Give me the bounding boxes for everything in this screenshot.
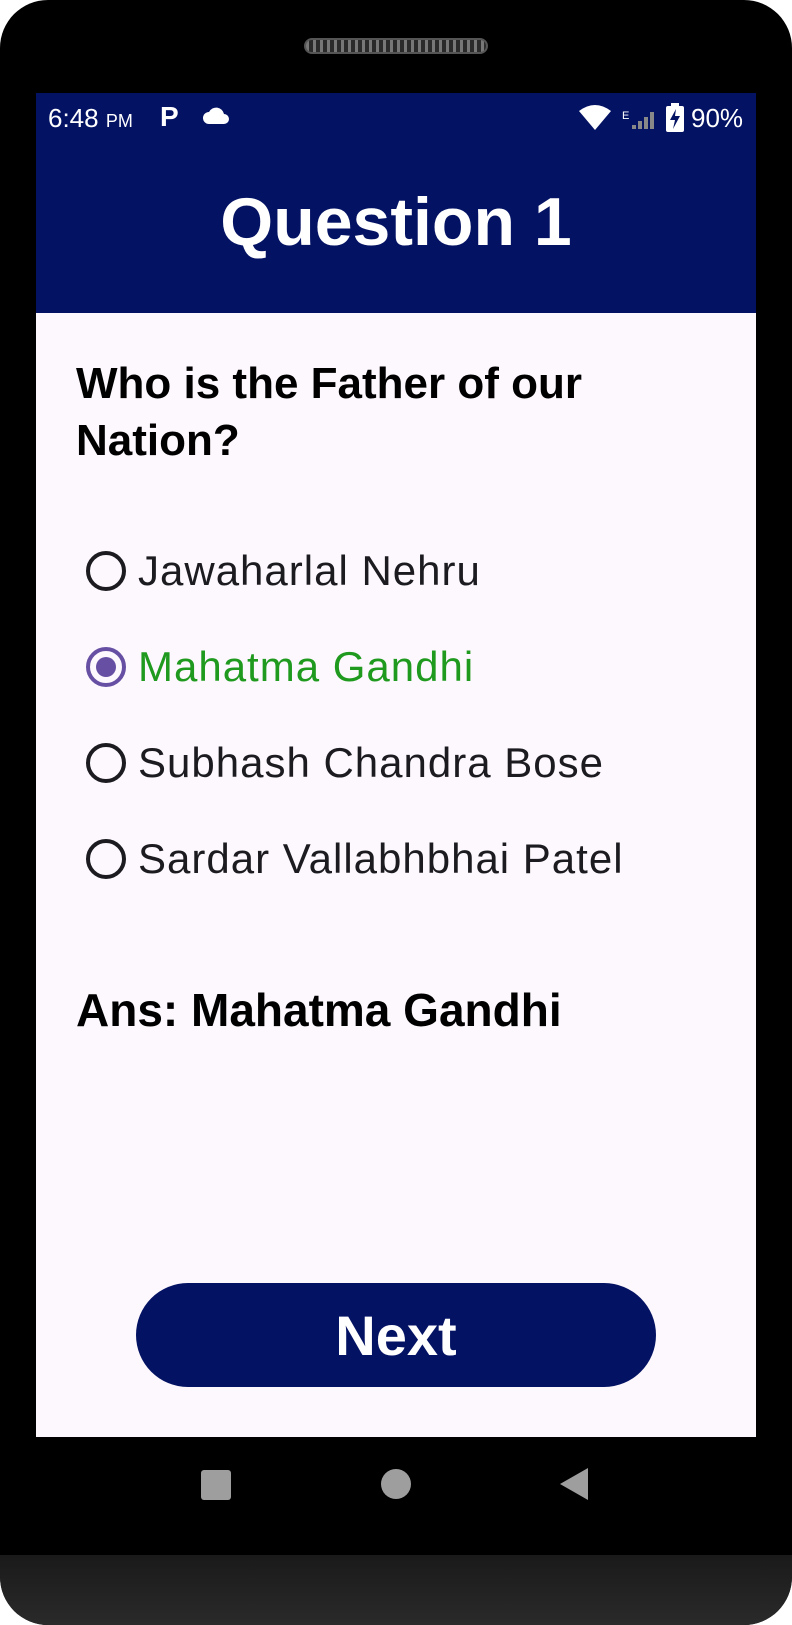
recent-apps-icon[interactable] xyxy=(201,1470,231,1500)
question-text: Who is the Father of our Nation? xyxy=(76,359,582,465)
radio-checked-icon[interactable] xyxy=(86,647,126,687)
battery-percent: 90% xyxy=(691,103,744,133)
next-button[interactable]: Next xyxy=(136,1283,656,1387)
status-time: 6:48 PM xyxy=(48,103,133,133)
home-icon[interactable] xyxy=(381,1469,411,1499)
earpiece-speaker xyxy=(304,38,488,54)
option-label: Sardar Vallabhbhai Patel xyxy=(138,835,624,882)
cloud-icon xyxy=(201,106,231,131)
app-screen: 6:48 PM P E 90% Question 1 Who is the Fa… xyxy=(36,93,756,1437)
app-bar: Question 1 xyxy=(36,143,756,313)
page-title: Question 1 xyxy=(220,184,572,260)
phone-frame: 6:48 PM P E 90% Question 1 Who is the Fa… xyxy=(0,0,792,1625)
option-label: Subhash Chandra Bose xyxy=(138,739,604,786)
status-bar: 6:48 PM P E 90% xyxy=(36,93,756,143)
signal-icon: E xyxy=(622,107,658,136)
answer-text: Ans: Mahatma Gandhi xyxy=(76,984,562,1036)
option-radio-2[interactable]: Mahatma Gandhi xyxy=(86,619,726,715)
option-label-selected: Mahatma Gandhi xyxy=(138,643,475,690)
radio-unchecked-icon[interactable] xyxy=(86,551,126,591)
battery-charging-icon xyxy=(665,103,685,138)
system-nav-bar xyxy=(36,1437,756,1535)
back-icon[interactable] xyxy=(558,1467,590,1506)
option-radio-group: Jawaharlal Nehru Mahatma Gandhi Subhash … xyxy=(86,523,726,907)
radio-unchecked-icon[interactable] xyxy=(86,839,126,879)
option-radio-4[interactable]: Sardar Vallabhbhai Patel xyxy=(86,811,726,907)
svg-text:E: E xyxy=(622,110,629,122)
radio-unchecked-icon[interactable] xyxy=(86,743,126,783)
quiz-content: Who is the Father of our Nation? Jawahar… xyxy=(36,313,756,1437)
option-label: Jawaharlal Nehru xyxy=(138,547,481,594)
p-notification-icon: P xyxy=(160,101,179,132)
option-radio-1[interactable]: Jawaharlal Nehru xyxy=(86,523,726,619)
wifi-icon xyxy=(578,105,612,136)
phone-bottom-edge xyxy=(0,1555,792,1625)
option-radio-3[interactable]: Subhash Chandra Bose xyxy=(86,715,726,811)
